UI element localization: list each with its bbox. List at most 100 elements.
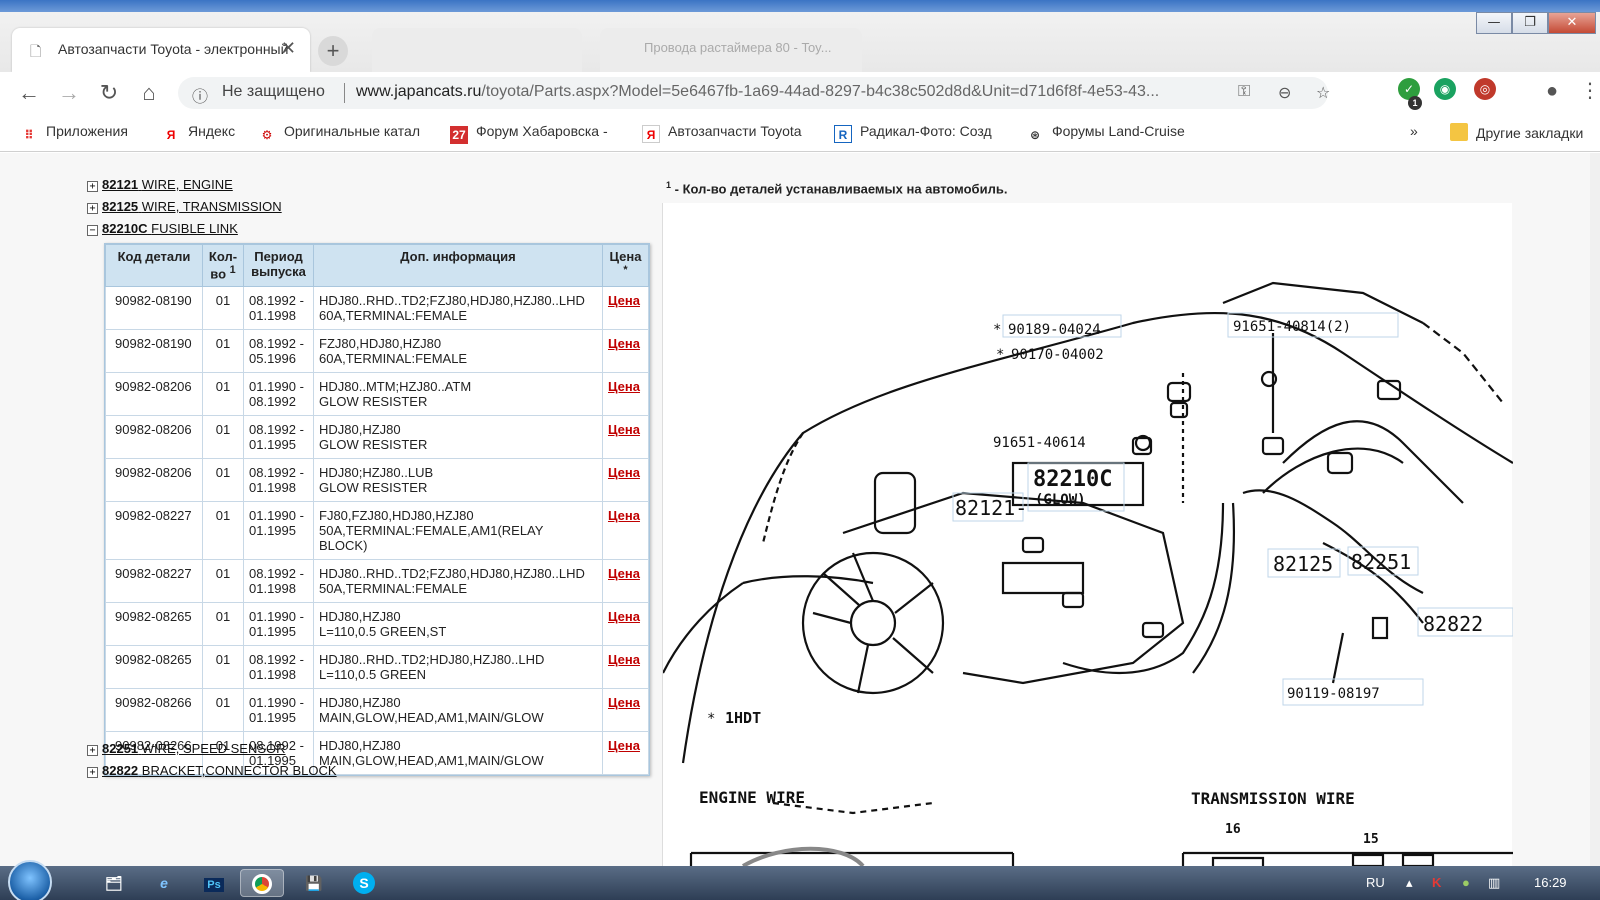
part-group-name: WIRE, SPEED SENSOR bbox=[141, 741, 286, 756]
price-link[interactable]: Цена bbox=[608, 652, 640, 667]
tab-active[interactable]: 🗋 Автозапчасти Toyota - электронный ката… bbox=[12, 28, 310, 72]
tab-close-icon[interactable]: ✕ bbox=[281, 38, 296, 59]
maximize-button[interactable]: ❐ bbox=[1512, 12, 1548, 34]
price-link[interactable]: Цена bbox=[608, 566, 640, 581]
price-link[interactable]: Цена bbox=[608, 293, 640, 308]
price-link[interactable]: Цена bbox=[608, 695, 640, 710]
part-code-cell: 90982-08206 bbox=[105, 372, 203, 416]
price-link[interactable]: Цена bbox=[608, 465, 640, 480]
bookmark-land-cruiser[interactable]: ⊛ Форумы Land-Cruise bbox=[1026, 123, 1198, 144]
price-cell: Цена bbox=[602, 645, 649, 689]
bookmarks-more-button[interactable]: » bbox=[1410, 123, 1418, 139]
tree-item-82121[interactable]: +82121 WIRE, ENGINE bbox=[87, 177, 233, 192]
other-bookmarks-label: Другие закладки bbox=[1476, 125, 1584, 141]
part-code[interactable]: 90982-08190 bbox=[115, 336, 192, 351]
skype-icon[interactable]: S bbox=[342, 869, 386, 897]
bookmark-catalogs[interactable]: ⚙ Оригинальные катал bbox=[258, 123, 430, 144]
part-code-cell: 90982-08266 bbox=[105, 688, 203, 732]
info-icon[interactable]: ⓘ bbox=[192, 83, 208, 107]
tab-background-1[interactable] bbox=[372, 28, 582, 72]
bookmark-yandex[interactable]: Я Яндекс bbox=[162, 123, 235, 144]
chrome-icon[interactable] bbox=[240, 869, 284, 897]
info-line-1: HDJ80..RHD..TD2;HDJ80,HZJ80..LHD bbox=[319, 652, 545, 667]
bookmark-forum-khabarovsk[interactable]: 27 Форум Хабаровска - bbox=[450, 123, 622, 144]
other-bookmarks[interactable]: Другие закладки bbox=[1450, 123, 1583, 141]
info-cell: HDJ80,HZJ80 MAIN,GLOW,HEAD,AM1,MAIN/GLOW bbox=[313, 688, 603, 732]
home-icon[interactable]: ⌂ bbox=[134, 78, 164, 108]
explorer-icon[interactable]: 🗂 bbox=[92, 869, 136, 897]
part-code[interactable]: 90982-08266 bbox=[115, 695, 192, 710]
part-code[interactable]: 90982-08265 bbox=[115, 609, 192, 624]
price-link[interactable]: Цена bbox=[608, 422, 640, 437]
key-icon[interactable]: ⚿ bbox=[1238, 83, 1250, 101]
tree-item-82210c[interactable]: −82210C FUSIBLE LINK bbox=[87, 221, 238, 236]
tab-background-2[interactable]: Провода растаймера 80 - Toy... bbox=[600, 28, 862, 72]
record-extension-icon[interactable]: ◎ bbox=[1474, 78, 1496, 100]
table-row: 90982-08227 01 01.1990 -01.1995 FJ80,FZJ80,… bbox=[105, 501, 649, 560]
page-scrollbar[interactable] bbox=[1590, 153, 1600, 866]
back-arrow-icon[interactable]: ← bbox=[14, 78, 44, 108]
eye-extension-icon[interactable]: ◉ bbox=[1434, 78, 1456, 100]
minimize-button[interactable]: — bbox=[1476, 12, 1512, 34]
price-link[interactable]: Цена bbox=[608, 336, 640, 351]
address-bar[interactable]: ⓘ Не защищено www.japancats.ru/toyota/Pa… bbox=[178, 77, 1330, 109]
price-link[interactable]: Цена bbox=[608, 609, 640, 624]
tree-link[interactable]: 82210C FUSIBLE LINK bbox=[102, 221, 238, 236]
photoshop-icon[interactable]: Ps bbox=[192, 869, 236, 897]
expand-icon[interactable]: + bbox=[87, 745, 98, 756]
price-link[interactable]: Цена bbox=[608, 508, 640, 523]
tray-app-icon[interactable]: ● bbox=[1462, 875, 1470, 890]
part-code[interactable]: 90982-08265 bbox=[115, 652, 192, 667]
diagram-note-1hdt: 1HDT bbox=[725, 709, 761, 727]
price-cell: Цена bbox=[602, 286, 649, 330]
clock[interactable]: 16:29 bbox=[1534, 875, 1567, 890]
price-cell: Цена bbox=[602, 372, 649, 416]
info-line-2: GLOW RESISTER bbox=[319, 394, 428, 409]
part-code[interactable]: 90982-08206 bbox=[115, 422, 192, 437]
forward-arrow-icon[interactable]: → bbox=[54, 78, 84, 108]
tree-link[interactable]: 82121 WIRE, ENGINE bbox=[102, 177, 233, 192]
diagram-label-91651-40614: 91651-40614 bbox=[993, 435, 1086, 451]
parts-diagram[interactable]: * 90189-04024 * 90170-04002 91651-40814(… bbox=[662, 203, 1514, 866]
expand-icon[interactable]: + bbox=[87, 203, 98, 214]
tree-link[interactable]: 82822 BRACKET,CONNECTOR BLOCK bbox=[102, 763, 337, 778]
collapse-icon[interactable]: − bbox=[87, 225, 98, 236]
part-code[interactable]: 90982-08206 bbox=[115, 465, 192, 480]
expand-icon[interactable]: + bbox=[87, 767, 98, 778]
ie-icon[interactable]: e bbox=[142, 869, 186, 897]
column-header-info: Доп. информация bbox=[313, 244, 603, 287]
url-text[interactable]: www.japancats.ru/toyota/Parts.aspx?Model… bbox=[356, 83, 1236, 101]
star-bookmark-icon[interactable]: ☆ bbox=[1316, 83, 1330, 103]
period-end: 01.1995 bbox=[249, 437, 296, 452]
reload-icon[interactable]: ↻ bbox=[94, 78, 124, 108]
zoom-icon[interactable]: ⊖ bbox=[1278, 83, 1291, 103]
tree-item-82251[interactable]: +82251 WIRE, SPEED SENSOR bbox=[87, 741, 286, 756]
part-code[interactable]: 90982-08190 bbox=[115, 293, 192, 308]
profile-icon[interactable]: ● bbox=[1546, 80, 1558, 103]
tree-link[interactable]: 82251 WIRE, SPEED SENSOR bbox=[102, 741, 286, 756]
bookmark-toyota-parts[interactable]: Я Автозапчасти Toyota bbox=[642, 123, 814, 143]
price-link[interactable]: Цена bbox=[608, 738, 640, 753]
expand-icon[interactable]: + bbox=[87, 181, 98, 192]
close-window-button[interactable]: ✕ bbox=[1548, 12, 1596, 34]
bookmark-apps[interactable]: ⠿ Приложения bbox=[20, 123, 128, 144]
table-row: 90982-08227 01 08.1992 -01.1998 HDJ80..RHD.… bbox=[105, 559, 649, 603]
new-tab-button[interactable]: + bbox=[318, 36, 348, 66]
tree-link[interactable]: 82125 WIRE, TRANSMISSION bbox=[102, 199, 282, 214]
save-icon[interactable]: 💾 bbox=[292, 869, 336, 897]
start-button[interactable] bbox=[8, 860, 52, 900]
tray-expand-icon[interactable]: ▴ bbox=[1406, 875, 1413, 891]
tree-item-82822[interactable]: +82822 BRACKET,CONNECTOR BLOCK bbox=[87, 763, 337, 778]
part-code[interactable]: 90982-08227 bbox=[115, 566, 192, 581]
footnote: 1 - Кол-во деталей устанавливаемых на ав… bbox=[666, 180, 1007, 196]
menu-dots-icon[interactable]: ⋮ bbox=[1580, 78, 1600, 103]
part-code[interactable]: 90982-08227 bbox=[115, 508, 192, 523]
language-indicator[interactable]: RU bbox=[1366, 875, 1385, 890]
part-code[interactable]: 90982-08206 bbox=[115, 379, 192, 394]
qty-cell: 01 bbox=[202, 329, 244, 373]
price-link[interactable]: Цена bbox=[608, 379, 640, 394]
tree-item-82125[interactable]: +82125 WIRE, TRANSMISSION bbox=[87, 199, 282, 214]
bookmark-radikal[interactable]: R Радикал-Фото: Созд bbox=[834, 123, 1006, 143]
network-icon[interactable]: ▥ bbox=[1488, 875, 1500, 891]
kaspersky-icon[interactable]: K bbox=[1432, 875, 1441, 890]
